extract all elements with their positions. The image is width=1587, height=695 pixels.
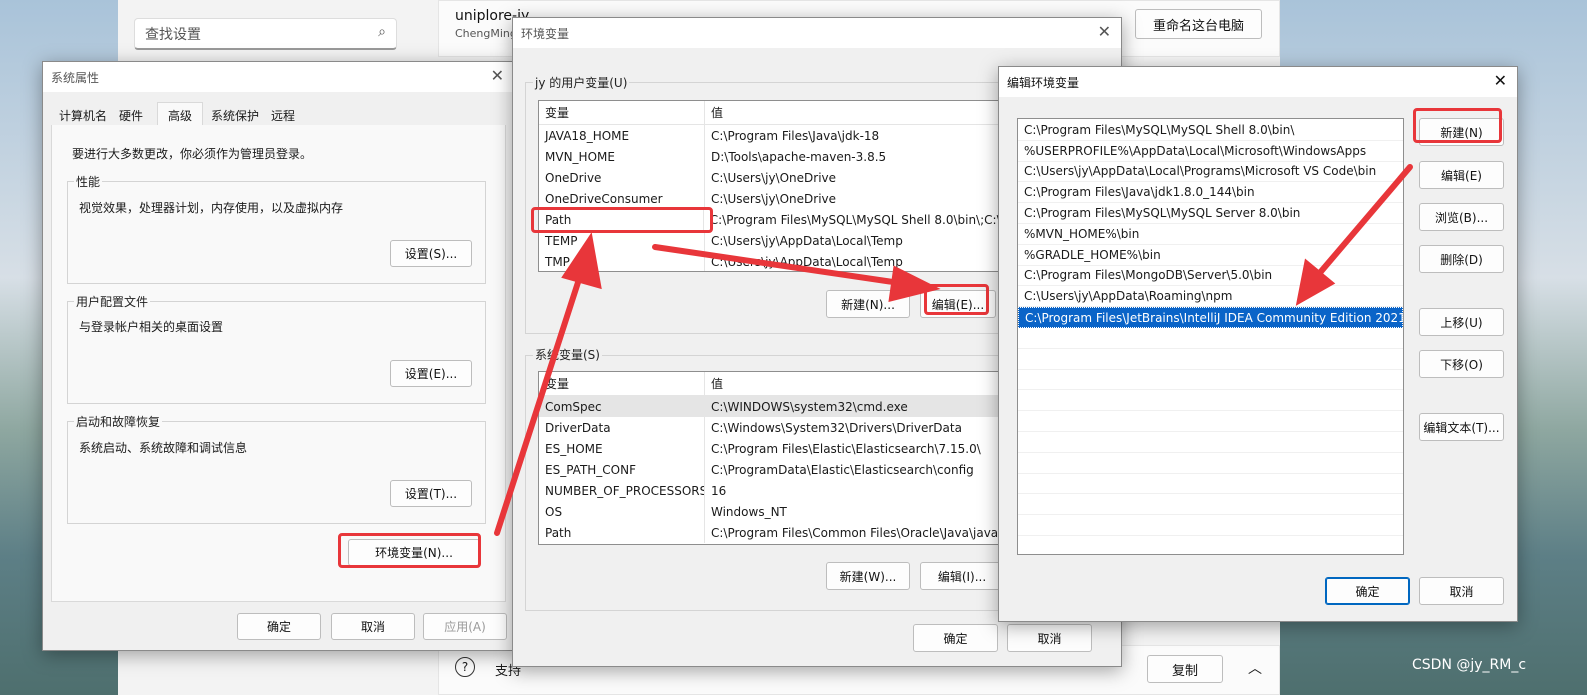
arrow-to-edit-button — [652, 244, 903, 286]
arrow-to-path-row — [494, 267, 585, 536]
arrow-head-icon — [888, 265, 941, 302]
arrow-to-new-entry — [1315, 164, 1413, 278]
annotation-arrows — [494, 164, 1413, 536]
arrow-head-icon — [561, 232, 602, 290]
